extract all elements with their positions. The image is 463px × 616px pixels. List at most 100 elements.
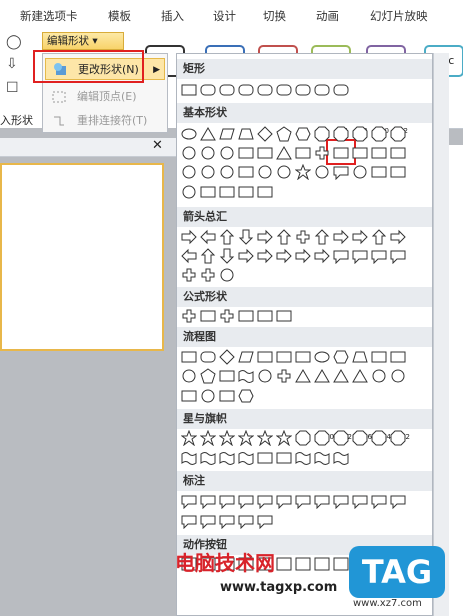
shape-rect[interactable]	[219, 388, 235, 404]
shape-oct[interactable]	[352, 430, 368, 446]
shape-oct[interactable]	[390, 430, 406, 446]
shape-arrowD[interactable]	[219, 248, 235, 264]
shape-oct[interactable]	[295, 430, 311, 446]
shape-star[interactable]	[276, 430, 292, 446]
shape-trap[interactable]	[238, 126, 254, 142]
shape-callout[interactable]	[219, 493, 235, 509]
shape-rect[interactable]	[219, 368, 235, 384]
shape-circle[interactable]	[181, 184, 197, 200]
shape-callout[interactable]	[295, 493, 311, 509]
shape-arrowR[interactable]	[276, 248, 292, 264]
shape-plus[interactable]	[181, 267, 197, 283]
shape-btn[interactable]	[333, 556, 349, 572]
shape-circle[interactable]	[219, 164, 235, 180]
oval-icon[interactable]: ◯	[6, 34, 22, 50]
shape-oval[interactable]	[181, 126, 197, 142]
shape-pent[interactable]	[276, 126, 292, 142]
shape-circle[interactable]	[200, 145, 216, 161]
shape-circle[interactable]	[219, 145, 235, 161]
shape-circle[interactable]	[219, 267, 235, 283]
shape-wave[interactable]	[333, 450, 349, 466]
shape-callout[interactable]	[371, 493, 387, 509]
shape-tri[interactable]	[333, 368, 349, 384]
shape-tri[interactable]	[200, 126, 216, 142]
shape-callout[interactable]	[276, 493, 292, 509]
shape-arrowL[interactable]	[200, 229, 216, 245]
shape-arrowR[interactable]	[314, 248, 330, 264]
shape-star[interactable]	[238, 430, 254, 446]
shape-callout[interactable]	[390, 248, 406, 264]
shape-callout[interactable]	[333, 248, 349, 264]
shape-para[interactable]	[219, 126, 235, 142]
shape-round[interactable]	[238, 82, 254, 98]
shape-arrowD[interactable]	[238, 229, 254, 245]
shape-icon[interactable]: ☐	[6, 80, 19, 96]
shape-rect[interactable]	[276, 450, 292, 466]
edit-shape-button[interactable]: 编辑形状 ▾	[42, 32, 124, 50]
shape-rect[interactable]	[200, 308, 216, 324]
shape-circle[interactable]	[181, 164, 197, 180]
shape-round[interactable]	[257, 82, 273, 98]
tab-insert[interactable]: 插入	[161, 8, 184, 24]
shape-arrowU[interactable]	[276, 229, 292, 245]
slide-thumbnail[interactable]	[0, 163, 164, 351]
shape-callout[interactable]	[238, 513, 254, 529]
shape-star[interactable]	[200, 430, 216, 446]
shape-circle[interactable]	[276, 164, 292, 180]
tab-template[interactable]: 模板	[108, 8, 131, 24]
shape-hex[interactable]	[295, 126, 311, 142]
shape-arrowR[interactable]	[181, 229, 197, 245]
shape-plus[interactable]	[200, 267, 216, 283]
shape-wave[interactable]	[238, 368, 254, 384]
shape-rect[interactable]	[371, 349, 387, 365]
shape-plus[interactable]	[295, 229, 311, 245]
shape-tri[interactable]	[314, 368, 330, 384]
shape-star[interactable]	[295, 164, 311, 180]
shape-oct[interactable]	[390, 126, 406, 142]
shape-round[interactable]	[276, 82, 292, 98]
shape-plus[interactable]	[219, 308, 235, 324]
shape-callout[interactable]	[333, 493, 349, 509]
reroute-connectors-item[interactable]: 重排连接符(T)	[45, 110, 165, 132]
shape-wave[interactable]	[238, 450, 254, 466]
shape-arrowL[interactable]	[181, 248, 197, 264]
tab-design[interactable]: 设计	[213, 8, 236, 24]
close-icon[interactable]: ✕	[152, 138, 163, 153]
shape-rect[interactable]	[181, 349, 197, 365]
shape-circle[interactable]	[314, 164, 330, 180]
shape-callout[interactable]	[371, 248, 387, 264]
shape-tri[interactable]	[295, 368, 311, 384]
shape-arrowU[interactable]	[314, 229, 330, 245]
shape-callout[interactable]	[238, 493, 254, 509]
shape-oct[interactable]	[314, 430, 330, 446]
shape-callout[interactable]	[314, 493, 330, 509]
shape-rect[interactable]	[257, 184, 273, 200]
shape-trap[interactable]	[352, 349, 368, 365]
shape-callout[interactable]	[352, 493, 368, 509]
shape-round[interactable]	[200, 349, 216, 365]
edit-points-item[interactable]: 编辑顶点(E)	[45, 86, 165, 108]
shape-arrowU[interactable]	[371, 229, 387, 245]
shape-arrowR[interactable]	[257, 248, 273, 264]
shape-plus[interactable]	[181, 308, 197, 324]
tab-new[interactable]: 新建选项卡	[20, 8, 78, 24]
shape-callout[interactable]	[257, 513, 273, 529]
shape-rect[interactable]	[276, 308, 292, 324]
shape-wave[interactable]	[181, 450, 197, 466]
shape-wave[interactable]	[314, 450, 330, 466]
shape-tri[interactable]	[352, 368, 368, 384]
shape-circle[interactable]	[200, 164, 216, 180]
shape-arrowR[interactable]	[295, 248, 311, 264]
shape-callout[interactable]	[333, 164, 349, 180]
shape-rect[interactable]	[238, 184, 254, 200]
shape-wave[interactable]	[200, 450, 216, 466]
tab-transition[interactable]: 切换	[263, 8, 286, 24]
shape-rect[interactable]	[257, 349, 273, 365]
shape-callout[interactable]	[352, 248, 368, 264]
shape-rect[interactable]	[371, 145, 387, 161]
shape-callout[interactable]	[219, 513, 235, 529]
shape-wave[interactable]	[219, 450, 235, 466]
shape-oct[interactable]	[371, 430, 387, 446]
shape-oct[interactable]	[314, 126, 330, 142]
shape-circle[interactable]	[371, 368, 387, 384]
